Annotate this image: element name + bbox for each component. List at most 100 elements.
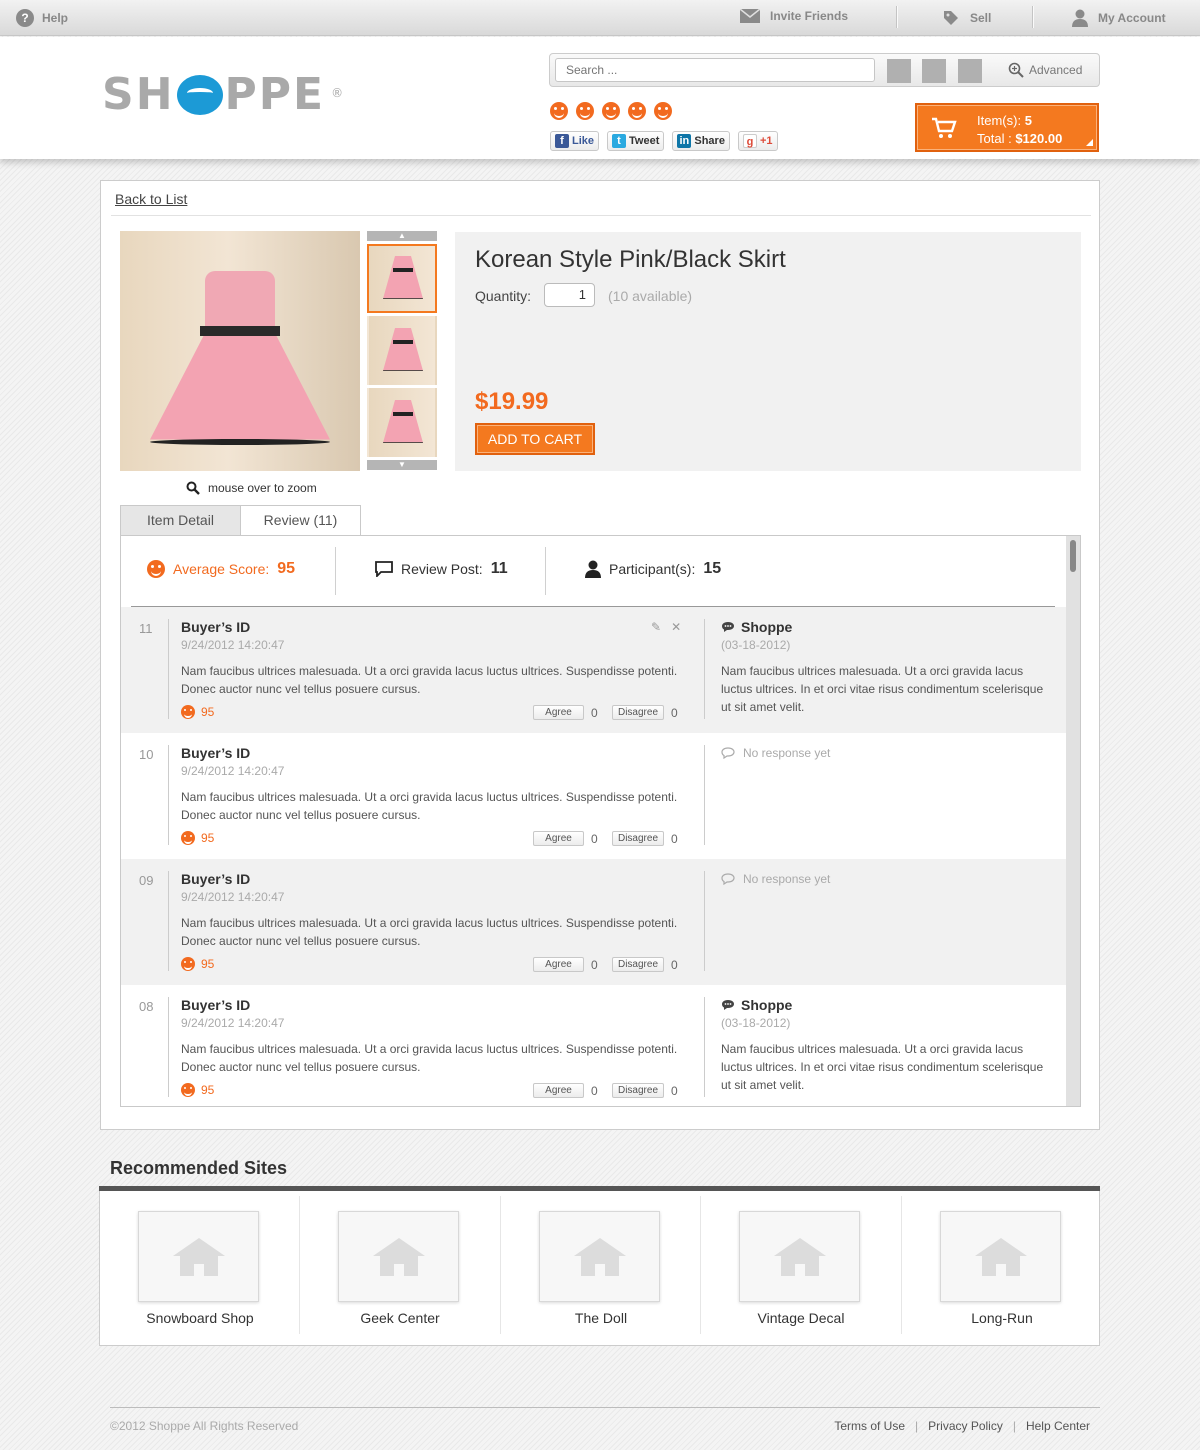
divider xyxy=(896,6,897,28)
participants-label: Participant(s): xyxy=(609,561,696,577)
divider xyxy=(168,871,169,971)
magnifier-icon xyxy=(186,481,200,495)
add-to-cart-button[interactable]: ADD TO CART xyxy=(475,423,595,455)
search-input[interactable] xyxy=(555,58,875,82)
delete-x-icon[interactable]: ✕ xyxy=(671,620,681,634)
house-icon xyxy=(975,1238,1027,1276)
disagree-button[interactable]: Disagree xyxy=(612,957,664,972)
share-label: Share xyxy=(694,135,725,147)
thumbnail-up-arrow-icon[interactable]: ▲ xyxy=(367,231,437,241)
search-filter-button-2[interactable] xyxy=(922,59,946,83)
divider xyxy=(704,745,705,845)
review-score: 95 xyxy=(181,705,214,719)
disagree-button[interactable]: Disagree xyxy=(612,1083,664,1098)
tab-item-detail[interactable]: Item Detail xyxy=(120,505,241,536)
facebook-like-button[interactable]: f Like xyxy=(550,131,600,151)
invite-friends-link[interactable]: Invite Friends xyxy=(740,9,848,23)
site-card[interactable]: Long-Run xyxy=(902,1191,1102,1336)
terms-of-use-link[interactable]: Terms of Use xyxy=(834,1419,905,1433)
thumbnail-2[interactable] xyxy=(367,316,437,385)
thumbnail-down-arrow-icon[interactable]: ▼ xyxy=(367,460,437,470)
agree-button[interactable]: Agree xyxy=(533,705,584,720)
buyer-id: Buyer’s ID xyxy=(181,745,251,761)
logo-bird-icon xyxy=(176,75,223,115)
logo-text-left: SH xyxy=(102,69,175,120)
no-response: No response yet xyxy=(721,746,830,760)
smiley-icon xyxy=(550,102,568,120)
registered-mark: ® xyxy=(331,86,346,100)
review-body: Nam faucibus ultrices malesuada. Ut a or… xyxy=(181,664,678,696)
agree-count: 0 xyxy=(591,832,598,846)
review-tools: ✎ ✕ xyxy=(651,620,681,634)
back-to-list-link[interactable]: Back to List xyxy=(115,191,187,207)
my-account-link[interactable]: My Account xyxy=(1072,9,1166,27)
help-label: Help xyxy=(42,11,69,25)
google-plus-button[interactable]: g +1 xyxy=(737,131,778,151)
review-body: Nam faucibus ultrices malesuada. Ut a or… xyxy=(181,790,678,822)
availability-text: (10 available) xyxy=(608,288,693,304)
review-score-value: 95 xyxy=(201,957,215,971)
cart-summary[interactable]: Item(s): 5 Total : $120.00 xyxy=(915,103,1099,152)
help-center-link[interactable]: Help Center xyxy=(1026,1419,1090,1433)
facebook-icon: f xyxy=(555,134,569,148)
linkedin-icon: in xyxy=(677,134,692,148)
review-row: 11 Buyer’s ID ✎ ✕ 9/24/2012 14:20:47 Nam… xyxy=(121,607,1067,733)
house-icon xyxy=(373,1238,425,1276)
thumbnail-1[interactable] xyxy=(367,244,437,313)
review-row: 09 Buyer’s ID 9/24/2012 14:20:47 Nam fau… xyxy=(121,859,1067,985)
review-row: 08 Buyer’s ID 9/24/2012 14:20:47 Nam fau… xyxy=(121,985,1067,1106)
search-filter-button-1[interactable] xyxy=(887,59,911,83)
review-stats: Average Score: 95 Review Post: 11 Partic… xyxy=(121,536,1067,607)
help-link[interactable]: ? Help xyxy=(16,9,68,27)
site-thumbnail xyxy=(539,1211,660,1302)
site-card[interactable]: Vintage Decal xyxy=(701,1191,901,1336)
social-buttons: f Like t Tweet in Share g +1 xyxy=(550,131,778,151)
review-date: 9/24/2012 14:20:47 xyxy=(181,764,285,778)
privacy-policy-link[interactable]: Privacy Policy xyxy=(928,1419,1003,1433)
review-score-value: 95 xyxy=(201,705,215,719)
person-icon xyxy=(585,560,601,578)
copyright: ©2012 Shoppe All Rights Reserved xyxy=(110,1419,299,1433)
search-filter-button-3[interactable] xyxy=(958,59,982,83)
quantity-input[interactable]: 1 xyxy=(544,283,595,307)
site-card[interactable]: The Doll xyxy=(501,1191,701,1336)
disagree-count: 0 xyxy=(671,706,678,720)
rating-smileys xyxy=(550,102,672,120)
site-thumbnail xyxy=(138,1211,259,1302)
smiley-icon xyxy=(181,831,195,845)
divider xyxy=(335,547,336,595)
agree-button[interactable]: Agree xyxy=(533,1083,584,1098)
product-main-image[interactable] xyxy=(120,231,360,471)
tab-review[interactable]: Review (11) xyxy=(240,505,361,536)
divider xyxy=(1032,6,1033,28)
shopping-cart-icon xyxy=(932,117,957,138)
tweet-button[interactable]: t Tweet xyxy=(607,131,665,151)
site-name: Snowboard Shop xyxy=(146,1310,254,1326)
average-score-label: Average Score: xyxy=(173,561,270,577)
agree-button[interactable]: Agree xyxy=(533,831,584,846)
average-score: Average Score: 95 xyxy=(147,560,295,578)
shoppe-logo[interactable]: SH PPE ® xyxy=(102,69,346,120)
site-card[interactable]: Snowboard Shop xyxy=(100,1191,300,1336)
disagree-button[interactable]: Disagree xyxy=(612,705,664,720)
agree-button[interactable]: Agree xyxy=(533,957,584,972)
disagree-button[interactable]: Disagree xyxy=(612,831,664,846)
invite-friends-label: Invite Friends xyxy=(770,9,849,23)
speech-bubble-icon xyxy=(375,561,393,577)
review-score-value: 95 xyxy=(201,1083,215,1097)
reviews-scrollbar[interactable] xyxy=(1066,536,1080,1106)
logo-text-right: PPE xyxy=(224,69,326,120)
sell-link[interactable]: Sell xyxy=(942,9,991,27)
review-body: Nam faucibus ultrices malesuada. Ut a or… xyxy=(181,916,678,948)
linkedin-share-button[interactable]: in Share xyxy=(672,131,730,151)
scrollbar-thumb[interactable] xyxy=(1070,540,1076,572)
corner-arrow-icon xyxy=(1086,139,1093,146)
thumbnail-3[interactable] xyxy=(367,388,437,457)
divider xyxy=(704,871,705,971)
site-card[interactable]: Geek Center xyxy=(300,1191,500,1336)
my-account-label: My Account xyxy=(1098,11,1166,25)
advanced-search-button[interactable]: Advanced xyxy=(1008,62,1082,78)
edit-pencil-icon[interactable]: ✎ xyxy=(651,620,661,634)
response-body: Nam faucibus ultrices malesuada. Ut a or… xyxy=(721,664,1044,714)
zoom-hint: mouse over to zoom xyxy=(186,481,317,495)
